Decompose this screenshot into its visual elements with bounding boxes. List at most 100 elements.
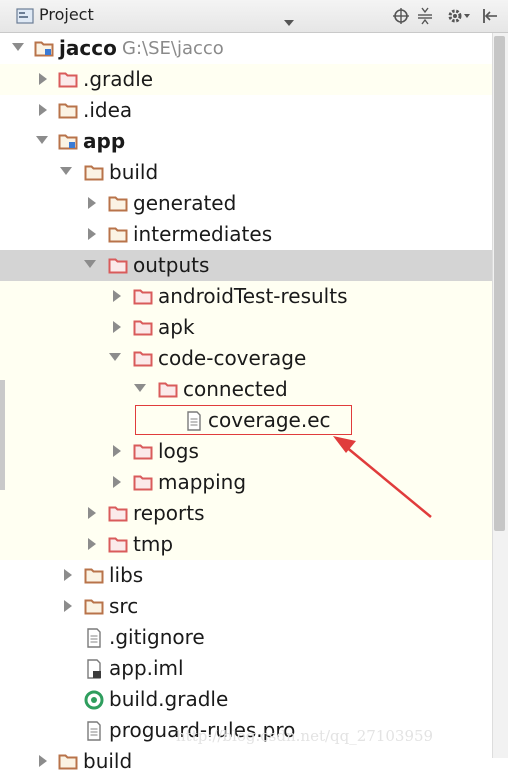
tree-row-reports[interactable]: reports bbox=[0, 498, 492, 529]
collapsed-arrow-icon[interactable] bbox=[61, 591, 75, 622]
tree-row-apk[interactable]: apk bbox=[0, 312, 492, 343]
folder-icon bbox=[58, 753, 78, 774]
tree-label-code-coverage: code-coverage bbox=[158, 346, 307, 370]
tree-row-libs[interactable]: libs bbox=[0, 560, 492, 591]
expanded-arrow-icon[interactable] bbox=[132, 374, 146, 405]
module-folder-icon bbox=[58, 133, 78, 154]
tree-row-connected[interactable]: connected bbox=[0, 374, 492, 405]
collapsed-arrow-icon[interactable] bbox=[85, 498, 99, 529]
tree-row-idea[interactable]: .idea bbox=[0, 95, 492, 126]
tree-label-generated: generated bbox=[133, 191, 237, 215]
tree-label-gradle: .gradle bbox=[83, 67, 154, 91]
collapsed-arrow-icon[interactable] bbox=[85, 219, 99, 250]
folder-icon bbox=[108, 226, 128, 247]
tree-row-build[interactable]: build bbox=[0, 157, 492, 188]
excluded-folder-icon bbox=[133, 474, 153, 495]
collapsed-arrow-icon[interactable] bbox=[85, 529, 99, 560]
tree-label-outputs: outputs bbox=[133, 253, 210, 277]
collapsed-arrow-icon[interactable] bbox=[110, 281, 124, 312]
tree-row-app-iml[interactable]: app.iml bbox=[0, 653, 492, 684]
file-icon bbox=[86, 628, 102, 652]
excluded-folder-icon bbox=[133, 319, 153, 340]
watermark-text: http://blog.csdn.net/qq_27103959 bbox=[176, 727, 434, 745]
tree-label-intermediates: intermediates bbox=[133, 222, 273, 246]
collapsed-arrow-icon[interactable] bbox=[36, 95, 50, 126]
collapsed-arrow-icon[interactable] bbox=[110, 467, 124, 498]
scrollbar-thumb[interactable] bbox=[494, 36, 505, 531]
expanded-arrow-icon[interactable] bbox=[58, 157, 72, 188]
tree-label-libs: libs bbox=[109, 563, 144, 587]
tree-row-outputs[interactable]: outputs bbox=[0, 250, 492, 281]
tree-label-android-test-results: androidTest-results bbox=[158, 284, 348, 308]
tree-row-root[interactable]: jacco G:\SE\jacco bbox=[0, 33, 492, 64]
gradle-icon bbox=[84, 690, 104, 714]
tree-row-app[interactable]: app bbox=[0, 126, 492, 157]
tree-label-reports: reports bbox=[133, 501, 205, 525]
tree-row-logs[interactable]: logs bbox=[0, 436, 492, 467]
expanded-arrow-icon[interactable] bbox=[10, 33, 24, 64]
excluded-folder-icon bbox=[133, 443, 153, 464]
excluded-folder-icon bbox=[133, 350, 153, 371]
tree-row-gitignore[interactable]: .gitignore bbox=[0, 622, 492, 653]
tree-label-gitignore: .gitignore bbox=[109, 625, 205, 649]
folder-icon bbox=[84, 567, 104, 588]
module-folder-icon bbox=[34, 40, 54, 61]
tree-row-android-test-results[interactable]: androidTest-results bbox=[0, 281, 492, 312]
project-view-icon bbox=[16, 8, 34, 28]
excluded-folder-icon bbox=[108, 505, 128, 526]
view-dropdown-icon[interactable] bbox=[284, 12, 294, 31]
hide-panel-icon[interactable] bbox=[481, 7, 499, 29]
expanded-arrow-icon[interactable] bbox=[107, 343, 121, 374]
tree-label-src: src bbox=[109, 594, 139, 618]
expanded-arrow-icon[interactable] bbox=[82, 250, 96, 281]
excluded-folder-icon bbox=[133, 288, 153, 309]
folder-icon bbox=[84, 598, 104, 619]
tree-label-build: build bbox=[109, 160, 159, 184]
project-panel-toolbar: Project bbox=[0, 0, 508, 33]
folder-icon bbox=[84, 164, 104, 185]
tree-row-gradle[interactable]: .gradle bbox=[0, 64, 492, 95]
tree-label-root-build: build bbox=[83, 749, 133, 773]
excluded-folder-icon bbox=[108, 257, 128, 278]
tree-label-build-gradle: build.gradle bbox=[109, 687, 229, 711]
root-path: G:\SE\jacco bbox=[122, 38, 224, 59]
collapsed-arrow-icon[interactable] bbox=[36, 746, 50, 777]
collapsed-arrow-icon[interactable] bbox=[85, 188, 99, 219]
collapsed-arrow-icon[interactable] bbox=[61, 560, 75, 591]
settings-icon[interactable] bbox=[446, 6, 472, 30]
project-tree: jacco G:\SE\jacco .gradle .idea app buil… bbox=[0, 33, 508, 773]
expanded-arrow-icon[interactable] bbox=[34, 126, 48, 157]
tree-label-idea: .idea bbox=[83, 98, 133, 122]
collapsed-arrow-icon[interactable] bbox=[110, 312, 124, 343]
collapsed-arrow-icon[interactable] bbox=[110, 436, 124, 467]
tree-row-build-gradle[interactable]: build.gradle bbox=[0, 684, 492, 715]
excluded-folder-icon bbox=[108, 536, 128, 557]
tree-row-mapping[interactable]: mapping bbox=[0, 467, 492, 498]
tree-label-app-iml: app.iml bbox=[109, 656, 184, 680]
tree-row-code-coverage[interactable]: code-coverage bbox=[0, 343, 492, 374]
tree-label-root: jacco bbox=[59, 36, 117, 60]
excluded-folder-icon bbox=[158, 381, 178, 402]
panel-title[interactable]: Project bbox=[39, 5, 94, 24]
folder-icon bbox=[58, 102, 78, 123]
tree-label-mapping: mapping bbox=[158, 470, 247, 494]
tree-label-apk: apk bbox=[158, 315, 195, 339]
folder-icon bbox=[108, 195, 128, 216]
tree-row-root-build[interactable]: build bbox=[0, 746, 492, 777]
tree-row-src[interactable]: src bbox=[0, 591, 492, 622]
scroll-from-source-icon[interactable] bbox=[392, 7, 410, 29]
file-icon bbox=[86, 721, 102, 745]
collapse-all-icon[interactable] bbox=[416, 7, 434, 29]
tree-label-app: app bbox=[83, 129, 126, 153]
tree-row-tmp[interactable]: tmp bbox=[0, 529, 492, 560]
collapsed-arrow-icon[interactable] bbox=[36, 64, 50, 95]
tree-row-generated[interactable]: generated bbox=[0, 188, 492, 219]
excluded-folder-icon bbox=[58, 71, 78, 92]
left-edge-marker bbox=[0, 380, 5, 490]
annotation-highlight-box bbox=[135, 405, 352, 435]
tree-label-logs: logs bbox=[158, 439, 199, 463]
tree-label-connected: connected bbox=[183, 377, 288, 401]
tree-label-tmp: tmp bbox=[133, 532, 174, 556]
iml-file-icon bbox=[86, 659, 102, 683]
tree-row-intermediates[interactable]: intermediates bbox=[0, 219, 492, 250]
